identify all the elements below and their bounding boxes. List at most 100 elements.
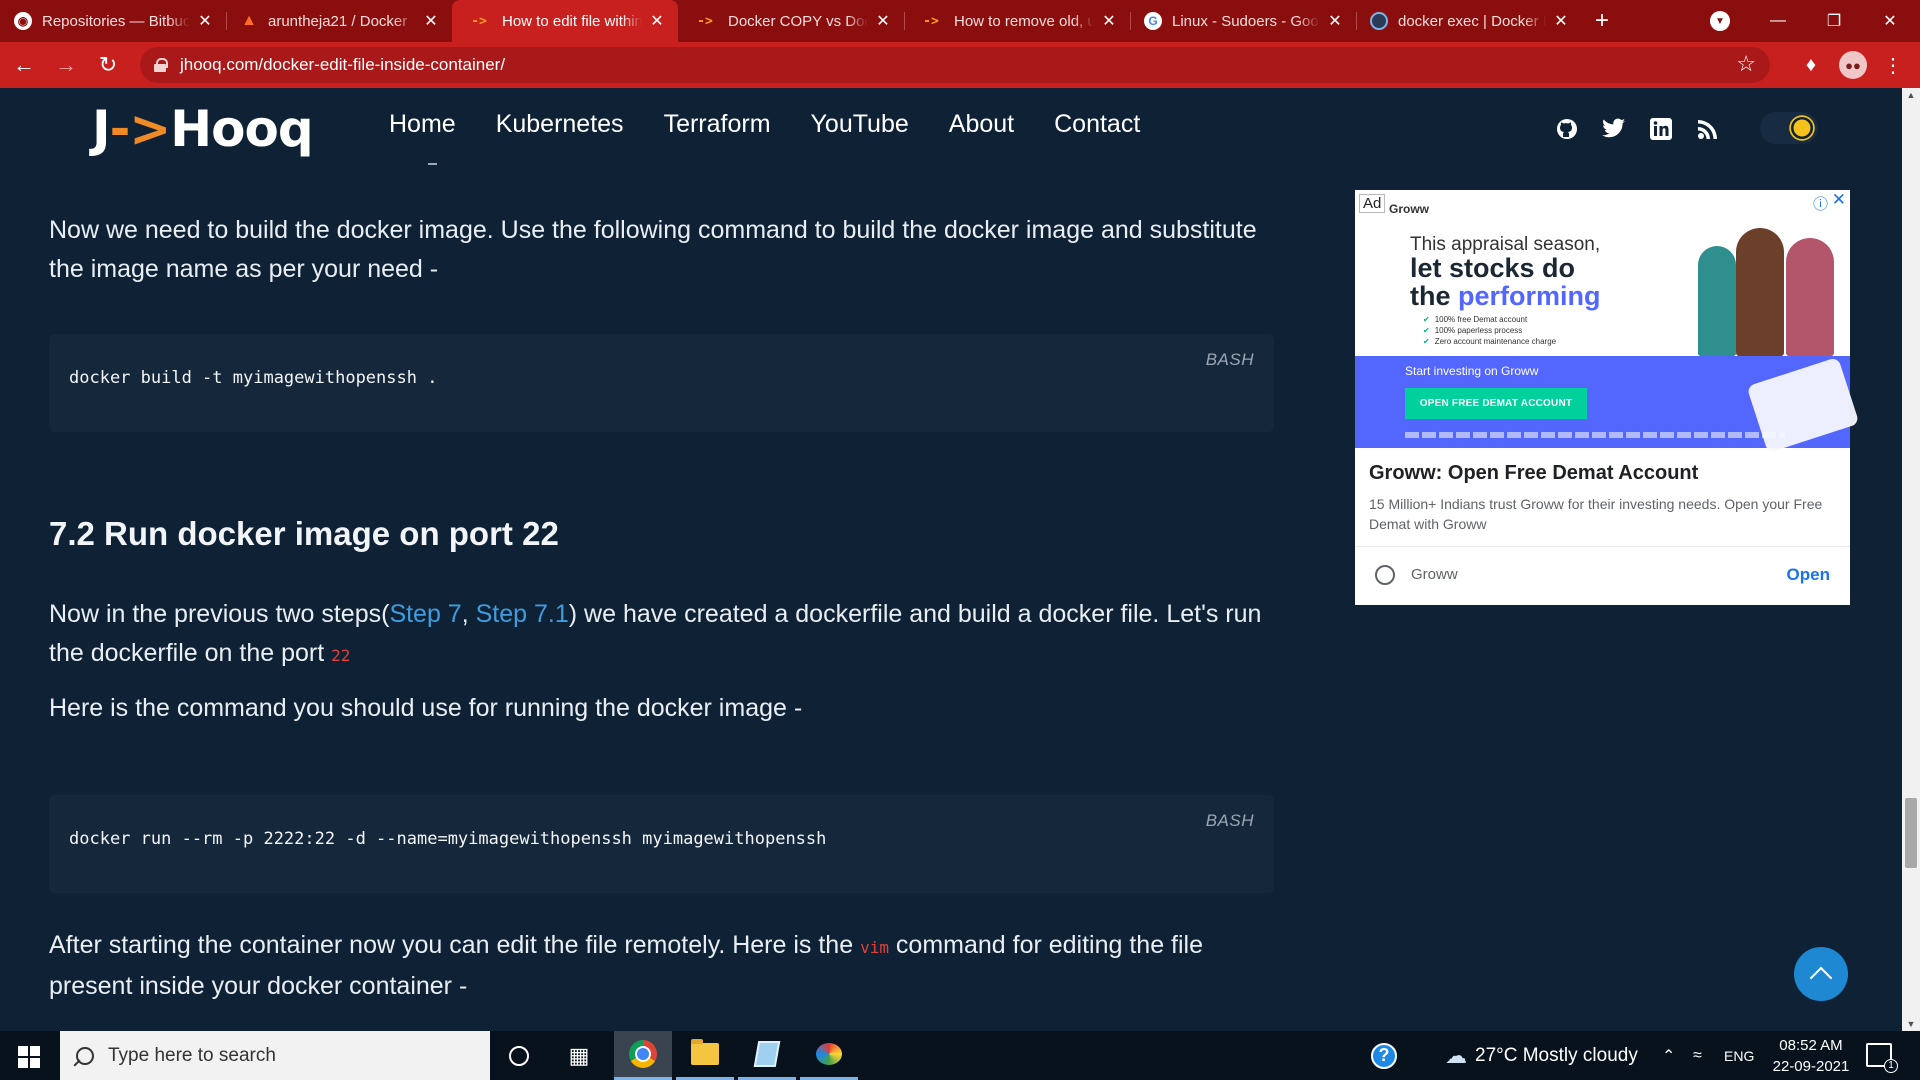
lock-icon[interactable] (154, 58, 168, 72)
notepad-icon[interactable] (738, 1031, 796, 1080)
twitter-icon[interactable] (1599, 114, 1629, 144)
nav-home[interactable]: Home (389, 110, 456, 139)
scroll-up-icon[interactable]: ▲ (1906, 90, 1916, 100)
nav-contact[interactable]: Contact (1054, 110, 1140, 139)
minimize-icon[interactable]: — (1750, 0, 1806, 42)
language-indicator[interactable]: ENG (1724, 1031, 1754, 1080)
nav-about[interactable]: About (949, 110, 1014, 139)
scrollbar-thumb[interactable] (1905, 798, 1917, 868)
scroll-down-icon[interactable]: ▼ (1906, 1019, 1916, 1029)
tab-gitlab[interactable]: ▲ aruntheja21 / Docker ✕ (226, 0, 452, 42)
menu-icon[interactable]: ⋮ (1879, 51, 1907, 79)
ad-banner-cta-area[interactable]: Start investing on Groww OPEN FREE DEMAT… (1355, 356, 1860, 454)
paint-icon[interactable] (800, 1031, 858, 1080)
ad-title[interactable]: Groww: Open Free Demat Account (1369, 462, 1698, 485)
phone-image (1746, 356, 1860, 454)
reload-icon[interactable]: ↻ (90, 47, 126, 83)
text-run: the (1410, 281, 1459, 311)
address-bar[interactable]: jhooq.com/docker-edit-file-inside-contai… (140, 47, 1770, 83)
tab-search-icon[interactable]: ▼ (1710, 11, 1730, 31)
link-step-7[interactable]: Step 7 (389, 600, 461, 628)
tab-docker-exec[interactable]: docker exec | Docker D ✕ (1356, 0, 1582, 42)
code-command[interactable]: docker run --rm -p 2222:22 -d --name=myi… (69, 829, 826, 849)
code-language-label: BASH (1205, 811, 1254, 830)
page-scrollbar[interactable]: ▲ ▼ (1902, 88, 1920, 1031)
open-demat-button[interactable]: OPEN FREE DEMAT ACCOUNT (1405, 388, 1587, 419)
url-text[interactable]: jhooq.com/docker-edit-file-inside-contai… (180, 55, 505, 75)
close-icon[interactable]: ✕ (1100, 11, 1118, 31)
extensions-icon[interactable]: ♦ (1797, 51, 1825, 79)
wifi-icon[interactable]: ≈ (1693, 1031, 1702, 1080)
new-tab-button[interactable]: + (1582, 0, 1622, 42)
site-logo[interactable]: J->Hooq (92, 100, 314, 158)
windows-taskbar: Type here to search ▦ ? ☁ 27°C Mostly cl… (0, 1031, 1920, 1080)
nav-terraform[interactable]: Terraform (664, 110, 771, 139)
forward-icon[interactable]: → (48, 47, 84, 83)
profile-avatar[interactable]: ●● (1839, 51, 1867, 79)
tab-edit-file-active[interactable]: -> How to edit file within ✕ (452, 0, 678, 42)
browser-tab-strip: ◉ Repositories — Bitbucket ✕ ▲ aruntheja… (0, 0, 1920, 42)
close-icon[interactable]: ✕ (648, 11, 666, 31)
weather-widget[interactable]: ☁ 27°C Mostly cloudy (1445, 1031, 1638, 1080)
bookmark-star-icon[interactable]: ☆ (1736, 51, 1756, 77)
back-icon[interactable]: ← (6, 47, 42, 83)
system-clock[interactable]: 08:52 AM 22-09-2021 (1768, 1035, 1854, 1077)
help-icon[interactable]: ? (1371, 1031, 1397, 1080)
task-view-icon[interactable]: ▦ (550, 1031, 608, 1080)
linkedin-icon[interactable] (1646, 114, 1676, 144)
logo-arrow: -> (109, 100, 172, 158)
theme-toggle[interactable] (1760, 112, 1818, 144)
ad-info-icon[interactable]: ⓘ (1813, 193, 1828, 214)
ad-close-icon[interactable]: ✕ (1832, 190, 1846, 210)
code-command[interactable]: docker build -t myimagewithopenssh . (69, 368, 437, 388)
nav-youtube[interactable]: YouTube (811, 110, 909, 139)
rss-icon[interactable] (1693, 114, 1723, 144)
browser-toolbar: ← → ↻ jhooq.com/docker-edit-file-inside-… (0, 42, 1920, 88)
windows-start-icon[interactable] (18, 1046, 40, 1068)
search-placeholder: Type here to search (108, 1044, 276, 1066)
ad-headline-2: let stocks do the performing (1410, 254, 1601, 310)
main-nav: Home Kubernetes Terraform YouTube About … (389, 110, 1140, 139)
chevron-up-tray-icon[interactable]: ⌃ (1662, 1031, 1675, 1080)
link-step-7-1[interactable]: Step 7.1 (476, 600, 569, 628)
taskbar-search-input[interactable]: Type here to search (60, 1031, 490, 1080)
clock-date: 22-09-2021 (1772, 1058, 1850, 1075)
tab-bitbucket[interactable]: ◉ Repositories — Bitbucket ✕ (0, 0, 226, 42)
tab-docker-copy[interactable]: -> Docker COPY vs Docker ✕ (678, 0, 904, 42)
text-run: After starting the container now you can… (49, 931, 861, 959)
text-run: , (461, 600, 476, 628)
chrome-taskbar-icon[interactable] (614, 1031, 672, 1080)
nav-kubernetes[interactable]: Kubernetes (496, 110, 624, 139)
notification-center-icon[interactable]: 1 (1866, 1043, 1898, 1073)
section-heading: 7.2 Run docker image on port 22 (49, 515, 559, 552)
close-icon[interactable]: ✕ (1552, 11, 1570, 31)
ad-start-text: Start investing on Groww (1405, 364, 1539, 378)
tab-sudoers[interactable]: G Linux - Sudoers - Goo ✕ (1130, 0, 1356, 42)
search-icon (76, 1046, 94, 1065)
ad-banner-top[interactable]: Ad Groww ⓘ ✕ This appraisal season, let … (1355, 190, 1850, 356)
close-icon[interactable]: ✕ (1326, 11, 1344, 31)
close-icon[interactable]: ✕ (874, 11, 892, 31)
github-icon[interactable] (1552, 114, 1582, 144)
logo-suffix: Hooq (170, 100, 313, 158)
scroll-to-top-button[interactable] (1794, 947, 1848, 1001)
close-icon[interactable]: ✕ (196, 11, 214, 31)
close-window-icon[interactable]: ✕ (1862, 0, 1918, 42)
chevron-up-icon (1809, 966, 1833, 990)
paragraph-run-command-intro: Here is the command you should use for r… (49, 694, 803, 722)
gitlab-icon: ▲ (241, 12, 257, 29)
text-run: Now in the previous two steps( (49, 600, 390, 628)
ad-footer: Groww Open (1355, 546, 1850, 605)
file-explorer-icon[interactable] (676, 1031, 734, 1080)
tab-title: How to remove old, un (954, 12, 1094, 30)
jhooq-icon: -> (697, 13, 713, 29)
groww-ad[interactable]: Ad Groww ⓘ ✕ This appraisal season, let … (1355, 190, 1860, 605)
tab-remove-old[interactable]: -> How to remove old, un ✕ (904, 0, 1130, 42)
paragraph-run-intro: Now in the previous two steps(Step 7, St… (49, 595, 1289, 675)
close-icon[interactable]: ✕ (422, 11, 440, 31)
ad-open-button[interactable]: Open (1787, 565, 1830, 585)
restore-icon[interactable]: ❐ (1806, 0, 1862, 42)
tab-title: aruntheja21 / Docker (268, 12, 408, 30)
tab-title: docker exec | Docker D (1398, 12, 1546, 30)
cortana-icon[interactable] (490, 1031, 548, 1080)
